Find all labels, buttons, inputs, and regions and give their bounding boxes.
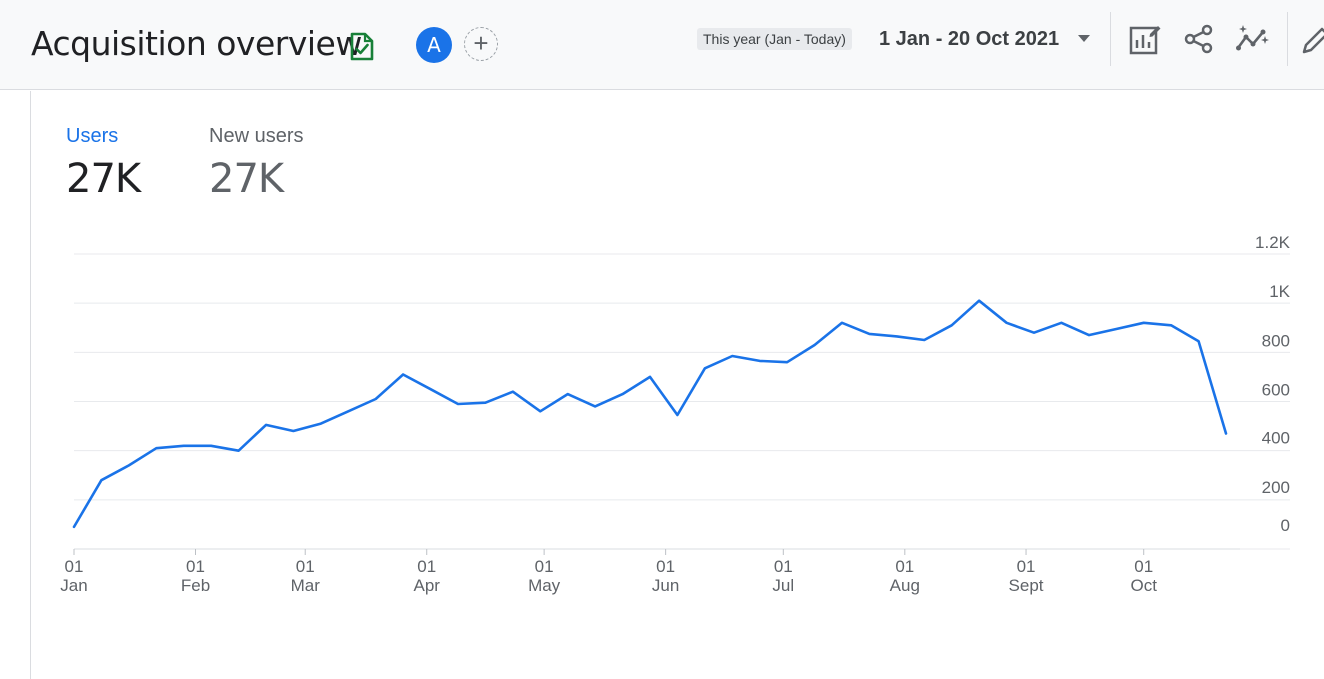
x-tick-day: 01 xyxy=(656,557,675,576)
x-tick-month: Mar xyxy=(291,576,321,595)
x-tick-month: Feb xyxy=(181,576,210,595)
x-tick-month: Jun xyxy=(652,576,679,595)
y-tick-label: 0 xyxy=(1281,516,1290,535)
users-line-chart: 02004006008001K1.2K01Jan01Feb01Mar01Apr0… xyxy=(60,233,1291,595)
x-tick-month: Aug xyxy=(890,576,920,595)
x-tick-day: 01 xyxy=(774,557,793,576)
series-line-users xyxy=(72,299,1228,529)
x-tick-month: May xyxy=(528,576,561,595)
y-tick-label: 1K xyxy=(1269,282,1290,301)
y-tick-label: 600 xyxy=(1262,381,1290,400)
x-tick-month: Sept xyxy=(1009,576,1044,595)
x-tick-month: Jul xyxy=(772,576,794,595)
x-tick-day: 01 xyxy=(535,557,554,576)
x-tick-day: 01 xyxy=(1017,557,1036,576)
x-tick-day: 01 xyxy=(895,557,914,576)
x-tick-month: Apr xyxy=(413,576,440,595)
y-tick-label: 1.2K xyxy=(1255,233,1291,252)
x-tick-month: Jan xyxy=(60,576,87,595)
x-tick-month: Oct xyxy=(1130,576,1157,595)
x-tick-day: 01 xyxy=(186,557,205,576)
x-tick-day: 01 xyxy=(296,557,315,576)
y-tick-label: 800 xyxy=(1262,331,1290,350)
x-tick-day: 01 xyxy=(65,557,84,576)
x-tick-day: 01 xyxy=(1134,557,1153,576)
x-tick-day: 01 xyxy=(417,557,436,576)
y-tick-label: 400 xyxy=(1262,429,1290,448)
y-tick-label: 200 xyxy=(1262,478,1290,497)
